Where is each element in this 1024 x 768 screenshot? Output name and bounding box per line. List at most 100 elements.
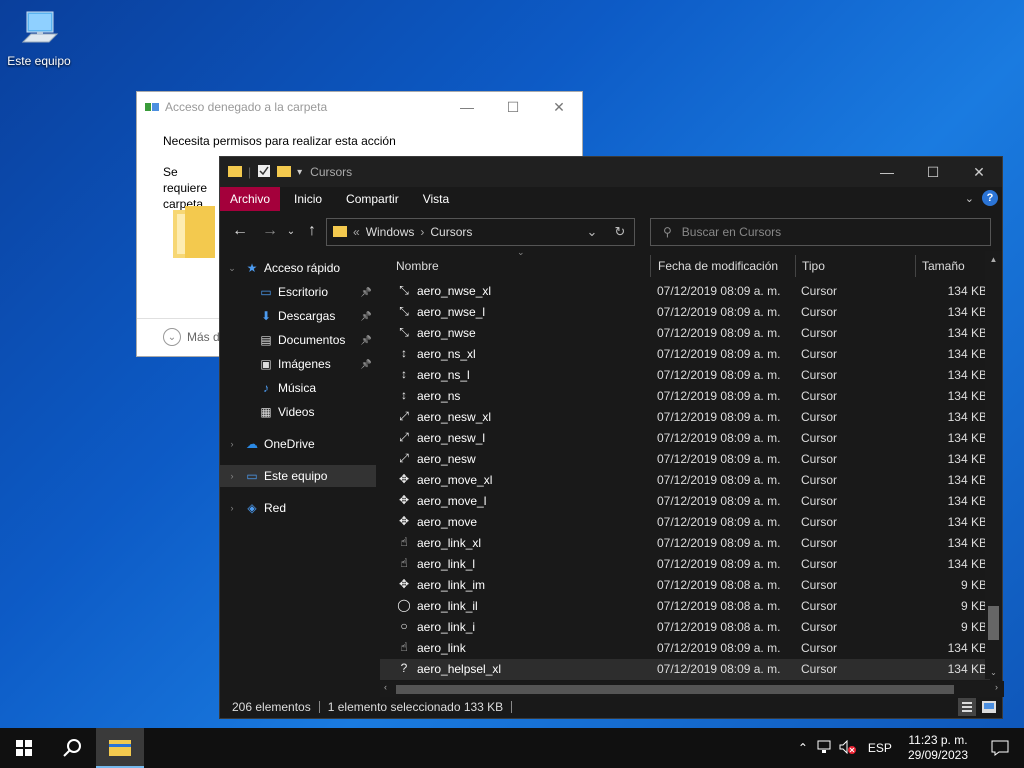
search-button[interactable] xyxy=(48,728,96,768)
sidebar-item-este-equipo[interactable]: › ▭ Este equipo xyxy=(220,465,376,487)
forward-arrow-icon[interactable]: → xyxy=(258,222,282,240)
address-dropdown-icon[interactable]: ⌄ xyxy=(578,219,606,245)
table-row[interactable]: ✥ aero_move_xl 07/12/2019 08:09 a. m. Curso… xyxy=(380,470,990,491)
minimize-button[interactable]: — xyxy=(864,157,910,187)
sidebar-item-label: Documentos xyxy=(278,333,346,347)
chevron-right-icon[interactable]: › xyxy=(226,471,238,481)
back-arrow-icon[interactable]: ← xyxy=(228,222,252,240)
breadcrumb-windows[interactable]: Windows xyxy=(366,225,415,239)
table-row[interactable]: ✥ aero_link_im 07/12/2019 08:08 a. m. Curso… xyxy=(380,575,990,596)
table-row[interactable]: ↕ aero_ns_xl 07/12/2019 08:09 a. m. Cursor 1… xyxy=(380,344,990,365)
up-arrow-icon[interactable]: ↑ xyxy=(300,222,324,240)
desktop-icon: ▭ xyxy=(260,285,272,299)
column-header-size[interactable]: Tamaño xyxy=(906,251,986,281)
new-folder-icon[interactable] xyxy=(277,164,292,181)
file-name: aero_nesw_xl xyxy=(417,410,492,424)
table-row[interactable]: ✥ aero_move_l 07/12/2019 08:09 a. m. Cursor… xyxy=(380,491,990,512)
breadcrumb-cursors[interactable]: Cursors xyxy=(430,225,472,239)
column-header-date[interactable]: Fecha de modificación xyxy=(642,251,792,281)
scroll-down-icon[interactable]: ⌄ xyxy=(985,668,1002,677)
scroll-up-icon[interactable]: ▲ xyxy=(985,255,1002,264)
file-explorer-window[interactable]: | ▾ Cursors — ☐ ✕ Archivo Inicio Compart… xyxy=(219,156,1004,719)
table-row[interactable]: ◯ aero_link_il 07/12/2019 08:08 a. m. Curso… xyxy=(380,596,990,617)
column-header-type[interactable]: Tipo xyxy=(786,251,906,281)
scroll-right-icon[interactable]: › xyxy=(995,682,998,692)
show-hidden-icons-icon[interactable]: ⌃ xyxy=(792,741,814,755)
dialog-minimize-button[interactable]: — xyxy=(444,92,490,122)
tab-compartir[interactable]: Compartir xyxy=(336,187,409,211)
properties-icon[interactable] xyxy=(257,164,271,181)
table-row[interactable]: ↕ aero_ns 07/12/2019 08:09 a. m. Cursor 134 … xyxy=(380,386,990,407)
search-icon: ⚲ xyxy=(663,225,672,239)
explorer-titlebar[interactable]: | ▾ Cursors — ☐ ✕ xyxy=(220,157,1002,187)
file-list[interactable]: Nombre ⌄ Fecha de modificación Tipo Tama… xyxy=(380,247,1004,687)
dialog-maximize-button[interactable]: ☐ xyxy=(490,92,536,122)
table-row[interactable]: ☝ aero_link_xl 07/12/2019 08:09 a. m. Curso… xyxy=(380,533,990,554)
sidebar-item-onedrive[interactable]: › ☁ OneDrive xyxy=(220,433,376,455)
download-icon: ⬇ xyxy=(260,309,272,323)
table-row[interactable]: ⤢ aero_nesw_xl 07/12/2019 08:09 a. m. Curso… xyxy=(380,407,990,428)
sidebar-item-escritorio[interactable]: ▭ Escritorio 📌 xyxy=(220,281,376,303)
sidebar-item-acceso-rápido[interactable]: ⌄ ★ Acceso rápido xyxy=(220,257,376,279)
scrollbar-thumb[interactable] xyxy=(988,606,999,640)
sidebar-item-música[interactable]: ♪ Música xyxy=(220,377,376,399)
sidebar-item-documentos[interactable]: ▤ Documentos 📌 xyxy=(220,329,376,351)
help-icon[interactable]: ? xyxy=(982,190,998,206)
tab-inicio[interactable]: Inicio xyxy=(284,187,332,211)
dialog-close-button[interactable]: ✕ xyxy=(536,92,582,122)
chevron-right-icon[interactable]: › xyxy=(226,439,238,449)
dialog-titlebar[interactable]: Acceso denegado a la carpeta — ☐ ✕ xyxy=(137,92,582,122)
cursor-file-icon: ☝ xyxy=(400,556,408,570)
scrollbar-thumb[interactable] xyxy=(396,685,954,694)
sidebar-item-red[interactable]: › ◈ Red xyxy=(220,497,376,519)
taskbar-file-explorer[interactable] xyxy=(96,728,144,768)
details-view-icon[interactable] xyxy=(958,698,976,716)
tab-vista[interactable]: Vista xyxy=(413,187,459,211)
breadcrumb-overflow[interactable]: « xyxy=(353,225,360,239)
close-button[interactable]: ✕ xyxy=(956,157,1002,187)
customize-quick-access-icon[interactable]: ▾ xyxy=(297,167,302,178)
chevron-down-icon[interactable]: ⌄ xyxy=(226,263,238,274)
more-details-toggle[interactable]: ⌄ Más d xyxy=(163,328,220,346)
notifications-icon[interactable] xyxy=(976,740,1024,756)
scroll-left-icon[interactable]: ‹ xyxy=(384,682,387,692)
table-row[interactable]: ⤢ aero_nesw_l 07/12/2019 08:09 a. m. Cursor… xyxy=(380,428,990,449)
sidebar-item-videos[interactable]: ▦ Videos xyxy=(220,401,376,423)
sidebar-item-imágenes[interactable]: ▣ Imágenes 📌 xyxy=(220,353,376,375)
start-button[interactable] xyxy=(0,728,48,768)
refresh-icon[interactable]: ↻ xyxy=(606,219,634,245)
table-row[interactable]: ☝ aero_link 07/12/2019 08:09 a. m. Cursor 13… xyxy=(380,638,990,659)
sort-indicator-icon: ⌄ xyxy=(517,247,525,257)
tab-archivo[interactable]: Archivo xyxy=(220,187,281,211)
vertical-scrollbar[interactable]: ▲ ⌄ xyxy=(985,251,1002,679)
chevron-right-icon[interactable]: › xyxy=(226,503,238,513)
table-row[interactable]: ☝ aero_link_l 07/12/2019 08:09 a. m. Cursor… xyxy=(380,554,990,575)
table-row[interactable]: ⤡ aero_nwse_xl 07/12/2019 08:09 a. m. Curso… xyxy=(380,281,990,302)
table-row[interactable]: ⤡ aero_nwse_l 07/12/2019 08:09 a. m. Cursor… xyxy=(380,302,990,323)
table-row[interactable]: ? aero_helpsel_xl 07/12/2019 08:09 a. m. Cu… xyxy=(380,659,990,680)
recent-locations-icon[interactable]: ⌄ xyxy=(282,226,300,237)
file-name: aero_nesw_l xyxy=(417,431,486,445)
search-box[interactable]: ⚲ Buscar en Cursors xyxy=(650,218,991,246)
table-row[interactable]: ↕ aero_ns_l 07/12/2019 08:09 a. m. Cursor 13… xyxy=(380,365,990,386)
address-bar[interactable]: « Windows › Cursors ⌄ ↻ xyxy=(326,218,635,246)
file-name: aero_helpsel_xl xyxy=(417,662,502,676)
maximize-button[interactable]: ☐ xyxy=(910,157,956,187)
file-type: Cursor xyxy=(801,662,838,676)
column-header-name[interactable]: Nombre xyxy=(380,251,648,281)
language-indicator[interactable]: ESP xyxy=(860,741,900,755)
large-icons-view-icon[interactable] xyxy=(980,698,998,716)
table-row[interactable]: ⤡ aero_nwse 07/12/2019 08:09 a. m. Cursor 13… xyxy=(380,323,990,344)
clock[interactable]: 11:23 p. m. 29/09/2023 xyxy=(900,733,976,763)
network-icon[interactable] xyxy=(814,740,836,757)
navigation-pane[interactable]: ⌄ ★ Acceso rápido ▭ Escritorio 📌 ⬇ Descargas 📌 ▤ D… xyxy=(220,251,378,687)
horizontal-scrollbar[interactable]: ‹ › xyxy=(380,681,1004,697)
expand-ribbon-icon[interactable]: ⌄ xyxy=(965,192,974,205)
sidebar-item-descargas[interactable]: ⬇ Descargas 📌 xyxy=(220,305,376,327)
pin-icon: 📌 xyxy=(360,358,372,369)
volume-muted-icon[interactable] xyxy=(836,739,860,757)
table-row[interactable]: ✥ aero_move 07/12/2019 08:09 a. m. Cursor 13… xyxy=(380,512,990,533)
table-row[interactable]: ⤢ aero_nesw 07/12/2019 08:09 a. m. Cursor 13… xyxy=(380,449,990,470)
table-row[interactable]: ○ aero_link_i 07/12/2019 08:08 a. m. Cursor… xyxy=(380,617,990,638)
desktop-icon-this-pc[interactable]: Este equipo xyxy=(6,8,72,68)
